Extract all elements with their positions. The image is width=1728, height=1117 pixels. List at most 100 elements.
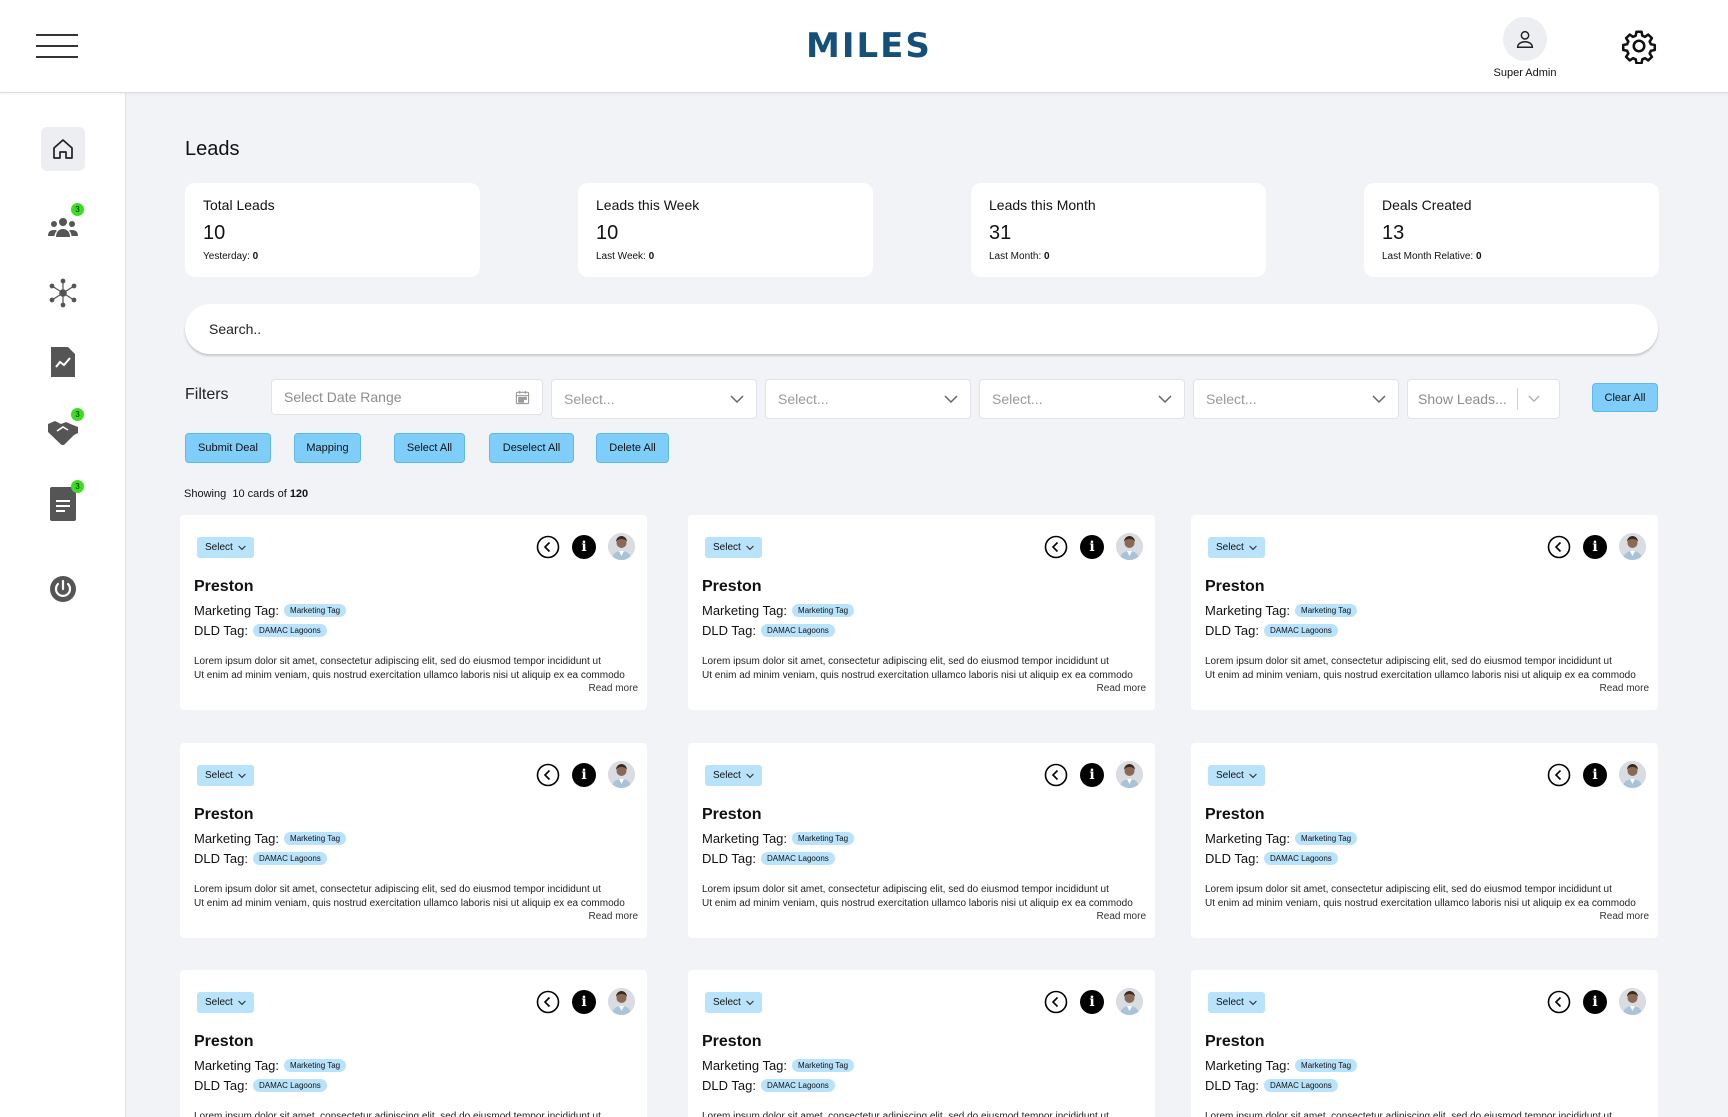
card-actions: i bbox=[1547, 988, 1646, 1015]
card-actions: i bbox=[1547, 761, 1646, 788]
dld-tag-chip: DAMAC Lagoons bbox=[1263, 852, 1338, 865]
dld-tag-chip: DAMAC Lagoons bbox=[760, 852, 835, 865]
info-icon[interactable]: i bbox=[1583, 989, 1607, 1014]
back-arrow-icon[interactable] bbox=[1547, 535, 1571, 559]
filter-select-3[interactable]: Select... bbox=[979, 379, 1185, 419]
stat-card-deals-created: Deals Created 13 Last Month Relative: 0 bbox=[1364, 183, 1659, 277]
network-icon bbox=[49, 278, 77, 308]
lead-avatar bbox=[1619, 533, 1646, 560]
user-menu[interactable]: Super Admin bbox=[1484, 17, 1566, 79]
lead-avatar bbox=[608, 988, 635, 1015]
card-select-dropdown[interactable]: Select bbox=[705, 537, 762, 558]
lead-card[interactable]: Select i Preston Marketing Tag: Marketing Ta… bbox=[688, 515, 1155, 710]
select-all-button[interactable]: Select All bbox=[394, 433, 465, 463]
info-icon[interactable]: i bbox=[572, 762, 596, 787]
sidebar-item-users[interactable]: 3 bbox=[41, 203, 85, 249]
info-icon[interactable]: i bbox=[1080, 989, 1104, 1014]
lead-card[interactable]: Select i Preston Marketing Tag: Marketing Ta… bbox=[688, 970, 1155, 1117]
read-more-link[interactable]: Read more bbox=[589, 911, 638, 922]
chevron-down-icon bbox=[745, 773, 754, 778]
lead-avatar bbox=[1619, 761, 1646, 788]
back-arrow-icon[interactable] bbox=[536, 990, 560, 1014]
chevron-down-icon bbox=[237, 545, 246, 550]
info-icon[interactable]: i bbox=[572, 989, 596, 1014]
lead-name: Preston bbox=[194, 806, 254, 823]
dld-tag-row: DLD Tag: DAMAC Lagoons bbox=[1205, 623, 1338, 638]
marketing-tag-row: Marketing Tag: Marketing Tag bbox=[194, 831, 347, 846]
card-actions: i bbox=[536, 533, 635, 560]
card-select-dropdown[interactable]: Select bbox=[1208, 537, 1265, 558]
sidebar-item-documents[interactable]: 3 bbox=[41, 480, 85, 526]
lead-name: Preston bbox=[702, 806, 762, 823]
back-arrow-icon[interactable] bbox=[536, 535, 560, 559]
chevron-down-icon bbox=[944, 394, 958, 403]
back-arrow-icon[interactable] bbox=[536, 763, 560, 787]
filter-select-4[interactable]: Select... bbox=[1193, 379, 1399, 419]
dld-tag-row: DLD Tag: DAMAC Lagoons bbox=[1205, 1078, 1338, 1093]
filter-select-2[interactable]: Select... bbox=[765, 379, 971, 419]
back-arrow-icon[interactable] bbox=[1547, 763, 1571, 787]
lead-card[interactable]: Select i Preston Marketing Tag: Marketing Ta… bbox=[180, 970, 647, 1117]
marketing-tag-chip: Marketing Tag bbox=[1295, 604, 1358, 617]
lead-card[interactable]: Select i Preston Marketing Tag: Marketing Ta… bbox=[180, 515, 647, 710]
deals-badge: 3 bbox=[71, 408, 84, 421]
card-select-dropdown[interactable]: Select bbox=[197, 992, 254, 1013]
card-actions: i bbox=[1044, 988, 1143, 1015]
info-icon[interactable]: i bbox=[1080, 762, 1104, 787]
marketing-tag-row: Marketing Tag: Marketing Tag bbox=[1205, 603, 1358, 618]
sidebar-item-reports[interactable] bbox=[41, 340, 85, 384]
back-arrow-icon[interactable] bbox=[1044, 763, 1068, 787]
lead-card[interactable]: Select i Preston Marketing Tag: Marketing Ta… bbox=[1191, 970, 1658, 1117]
search-input[interactable]: Search.. bbox=[185, 304, 1658, 354]
report-chart-icon bbox=[51, 347, 75, 377]
lead-description: Lorem ipsum dolor sit amet, consectetur … bbox=[194, 656, 625, 681]
dld-tag-chip: DAMAC Lagoons bbox=[760, 624, 835, 637]
read-more-link[interactable]: Read more bbox=[1097, 683, 1146, 694]
info-icon[interactable]: i bbox=[1583, 534, 1607, 559]
hamburger-menu-icon[interactable] bbox=[36, 34, 80, 58]
sidebar-item-deals[interactable]: 3 bbox=[41, 408, 85, 454]
show-leads-select[interactable]: Show Leads... bbox=[1407, 379, 1560, 419]
read-more-link[interactable]: Read more bbox=[1097, 911, 1146, 922]
lead-description: Lorem ipsum dolor sit amet, consectetur … bbox=[194, 1111, 601, 1117]
showing-count: Showing 10 cards of 120 bbox=[184, 488, 309, 500]
card-select-dropdown[interactable]: Select bbox=[705, 992, 762, 1013]
mapping-button[interactable]: Mapping bbox=[294, 433, 361, 463]
back-arrow-icon[interactable] bbox=[1044, 990, 1068, 1014]
lead-avatar bbox=[1116, 988, 1143, 1015]
info-icon[interactable]: i bbox=[572, 534, 596, 559]
info-icon[interactable]: i bbox=[1080, 534, 1104, 559]
lead-card[interactable]: Select i Preston Marketing Tag: Marketing Ta… bbox=[688, 743, 1155, 938]
card-select-dropdown[interactable]: Select bbox=[197, 765, 254, 786]
dld-tag-chip: DAMAC Lagoons bbox=[1263, 1079, 1338, 1092]
users-badge: 3 bbox=[71, 203, 84, 216]
marketing-tag-chip: Marketing Tag bbox=[284, 604, 347, 617]
marketing-tag-chip: Marketing Tag bbox=[792, 1059, 855, 1072]
submit-deal-button[interactable]: Submit Deal bbox=[185, 433, 271, 463]
card-select-dropdown[interactable]: Select bbox=[197, 537, 254, 558]
filter-select-1[interactable]: Select... bbox=[551, 379, 757, 419]
sidebar-item-network[interactable] bbox=[41, 271, 85, 315]
gear-icon[interactable] bbox=[1621, 28, 1657, 64]
back-arrow-icon[interactable] bbox=[1547, 990, 1571, 1014]
card-select-dropdown[interactable]: Select bbox=[1208, 992, 1265, 1013]
back-arrow-icon[interactable] bbox=[1044, 535, 1068, 559]
user-icon bbox=[1503, 17, 1547, 61]
sidebar-item-logout[interactable] bbox=[41, 567, 85, 611]
read-more-link[interactable]: Read more bbox=[589, 683, 638, 694]
read-more-link[interactable]: Read more bbox=[1600, 683, 1649, 694]
clear-all-button[interactable]: Clear All bbox=[1592, 383, 1658, 412]
deselect-all-button[interactable]: Deselect All bbox=[489, 433, 574, 463]
read-more-link[interactable]: Read more bbox=[1600, 911, 1649, 922]
lead-card[interactable]: Select i Preston Marketing Tag: Marketing Ta… bbox=[1191, 515, 1658, 710]
lead-card[interactable]: Select i Preston Marketing Tag: Marketing Ta… bbox=[1191, 743, 1658, 938]
lead-card[interactable]: Select i Preston Marketing Tag: Marketing Ta… bbox=[180, 743, 647, 938]
card-select-dropdown[interactable]: Select bbox=[1208, 765, 1265, 786]
sidebar-item-home[interactable] bbox=[41, 127, 85, 171]
stat-title: Leads this Week bbox=[596, 197, 700, 213]
card-select-dropdown[interactable]: Select bbox=[705, 765, 762, 786]
marketing-tag-chip: Marketing Tag bbox=[792, 604, 855, 617]
date-range-input[interactable]: Select Date Range bbox=[271, 379, 543, 415]
info-icon[interactable]: i bbox=[1583, 762, 1607, 787]
delete-all-button[interactable]: Delete All bbox=[596, 433, 669, 463]
